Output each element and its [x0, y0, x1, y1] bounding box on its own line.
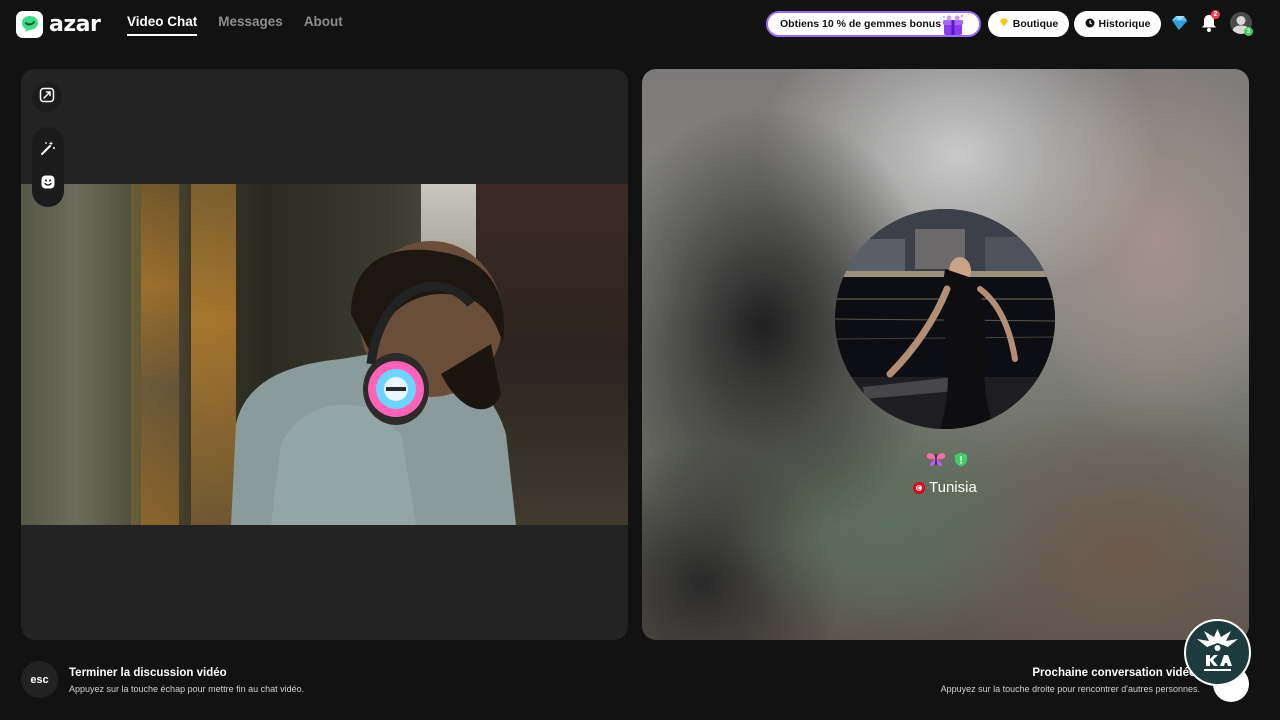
clock-icon — [1085, 18, 1095, 31]
self-camera-feed — [21, 184, 628, 525]
shop-button[interactable]: Boutique — [988, 11, 1069, 37]
magic-wand-icon — [40, 140, 56, 161]
partner-video-panel: Tunisia — [642, 69, 1249, 640]
tunisia-flag-icon — [913, 481, 925, 494]
effects-toolbar — [32, 127, 64, 207]
history-label: Historique — [1098, 18, 1151, 30]
butterfly-icon — [926, 450, 946, 473]
promo-text: Obtiens 10 % de gemmes bonus ! — [780, 18, 948, 30]
gift-box-icon — [941, 14, 965, 41]
notification-count-badge: 2 — [1211, 10, 1220, 19]
main-nav: Video Chat Messages About — [127, 14, 343, 36]
azar-chat-bubble-icon — [16, 10, 43, 38]
nav-video-chat[interactable]: Video Chat — [127, 14, 198, 36]
channel-watermark-logo — [1184, 619, 1251, 686]
magic-filter-button[interactable] — [33, 135, 63, 165]
nav-messages[interactable]: Messages — [218, 14, 283, 36]
end-chat-esc-button[interactable]: esc — [21, 661, 58, 698]
history-button[interactable]: Historique — [1074, 11, 1161, 37]
gem-bonus-promo-button[interactable]: Obtiens 10 % de gemmes bonus ! — [766, 11, 981, 37]
partner-country: Tunisia — [913, 479, 977, 496]
brand-name: azar — [49, 11, 101, 37]
sticker-button[interactable] — [33, 169, 63, 199]
person-silhouette — [231, 241, 516, 525]
end-chat-title: Terminer la discussion vidéo — [69, 667, 227, 679]
partner-badges — [926, 450, 968, 473]
expand-icon — [39, 87, 55, 108]
shop-label: Boutique — [1012, 18, 1059, 30]
smiley-icon — [40, 174, 56, 195]
top-bar: azar Video Chat Messages About Obtiens 1… — [0, 0, 1280, 48]
partner-profile-photo — [835, 209, 1055, 429]
gem-icon — [999, 18, 1009, 30]
nav-about[interactable]: About — [304, 14, 343, 36]
profile-status-badge: 3 — [1244, 27, 1253, 36]
next-chat-title: Prochaine conversation vidéo — [1032, 667, 1196, 679]
azar-logo[interactable]: azar — [16, 10, 101, 38]
end-chat-description: Appuyez sur la touche échap pour mettre … — [69, 684, 305, 694]
self-video-panel — [21, 69, 628, 640]
next-chat-description: Appuyez sur la touche droite pour rencon… — [940, 684, 1200, 694]
verified-shield-icon — [954, 452, 968, 472]
gems-balance-icon[interactable] — [1169, 14, 1189, 37]
expand-view-button[interactable] — [32, 82, 62, 112]
country-name: Tunisia — [929, 479, 977, 496]
